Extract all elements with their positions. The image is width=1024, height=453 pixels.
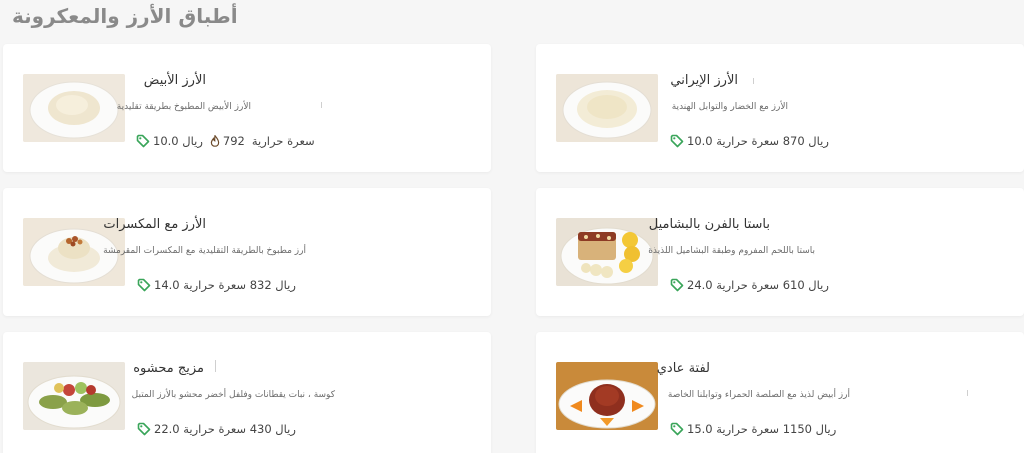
dish-meta-text: ريال 832 سعرة حرارية 14.0: [154, 278, 296, 292]
dish-meta: ريال 832 سعرة حرارية 14.0: [137, 278, 296, 292]
divider: [753, 78, 754, 84]
dish-image: [23, 74, 125, 142]
dish-description: أرز مطبوخ بالطريقة التقليدية مع المكسرات…: [103, 246, 306, 256]
dish-name: لفتة عادي: [656, 361, 710, 376]
divider: [321, 102, 322, 108]
price-tag-icon: [670, 422, 684, 436]
price-tag-icon: [137, 422, 151, 436]
dish-card-baked-pasta[interactable]: باستا بالفرن بالبشاميل باستا باللحم المف…: [536, 188, 1024, 316]
dish-description: أرز أبيض لذيذ مع الصلصة الحمراء وتوابلنا…: [667, 390, 850, 400]
dish-meta: ريال 430 سعرة حرارية 22.0: [137, 422, 296, 436]
dish-meta-text: ريال 870 سعرة حرارية 10.0: [687, 134, 829, 148]
dish-description: كوسة ، نبات يقطانات وفلفل أخضر محشو بالأ…: [131, 390, 335, 400]
dish-image: [23, 362, 125, 430]
divider: [215, 360, 216, 372]
dish-image: [556, 362, 658, 430]
dish-card-stuffed-mix[interactable]: مزيج محشوه كوسة ، نبات يقطانات وفلفل أخض…: [3, 332, 491, 453]
dish-meta: ريال 870 سعرة حرارية 10.0: [670, 134, 829, 148]
dish-meta: ريال 10.0 792 سعرة حرارية: [136, 134, 315, 148]
price-tag-icon: [670, 278, 684, 292]
price-tag-icon: [670, 134, 684, 148]
dish-description: الأرز مع الخضار والتوابل الهندية: [671, 102, 788, 112]
dish-meta-text: ريال 1150 سعرة حرارية 15.0: [687, 422, 837, 436]
dish-price: ريال 10.0: [153, 134, 203, 148]
dish-name: باستا بالفرن بالبشاميل: [648, 217, 770, 232]
dish-meta: ريال 1150 سعرة حرارية 15.0: [670, 422, 836, 436]
dish-image: [556, 74, 658, 142]
divider: [967, 390, 968, 396]
dish-calories: 792: [222, 134, 245, 148]
dish-name: الأرز مع المكسرات: [103, 217, 206, 232]
section-title: أطباق الأرز والمعكرونة: [12, 4, 238, 28]
dish-description: الأرز الأبيض المطبوخ بطريقة تقليدية: [116, 102, 251, 112]
dish-image: [556, 218, 658, 286]
dish-meta-text: ريال 610 سعرة حرارية 24.0: [687, 278, 829, 292]
calories-label: سعرة حرارية: [251, 134, 315, 148]
dish-card-white-rice[interactable]: الأرز الأبيض الأرز الأبيض المطبوخ بطريقة…: [3, 44, 491, 172]
dish-card-lafta[interactable]: لفتة عادي أرز أبيض لذيذ مع الصلصة الحمرا…: [536, 332, 1024, 453]
dish-name: الأرز الإيراني: [670, 73, 738, 88]
dish-description: باستا باللحم المفروم وطبقة البشاميل اللذ…: [648, 246, 815, 256]
dish-card-iranian-rice[interactable]: الأرز الإيراني الأرز مع الخضار والتوابل …: [536, 44, 1024, 172]
price-tag-icon: [137, 278, 151, 292]
dish-meta-text: ريال 430 سعرة حرارية 22.0: [154, 422, 296, 436]
dish-meta: ريال 610 سعرة حرارية 24.0: [670, 278, 829, 292]
flame-icon: [210, 135, 220, 147]
dish-name: الأرز الأبيض: [143, 73, 206, 88]
price-tag-icon: [136, 134, 150, 148]
dish-name: مزيج محشوه: [133, 361, 204, 376]
dish-card-rice-nuts[interactable]: الأرز مع المكسرات أرز مطبوخ بالطريقة الت…: [3, 188, 491, 316]
